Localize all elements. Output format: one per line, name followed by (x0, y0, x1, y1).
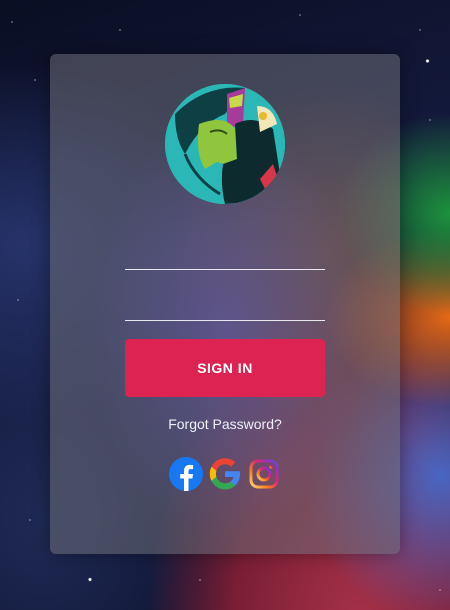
avatar-illustration (165, 84, 285, 204)
avatar (165, 84, 285, 204)
login-card: SIGN IN Forgot Password? (50, 54, 400, 554)
sign-in-button[interactable]: SIGN IN (125, 339, 325, 397)
google-icon[interactable] (207, 456, 243, 492)
facebook-icon[interactable] (168, 456, 204, 492)
username-field[interactable] (125, 236, 325, 270)
social-login-group (168, 456, 283, 492)
password-field[interactable] (125, 287, 325, 321)
instagram-icon[interactable] (246, 456, 282, 492)
forgot-password-link[interactable]: Forgot Password? (50, 416, 400, 432)
